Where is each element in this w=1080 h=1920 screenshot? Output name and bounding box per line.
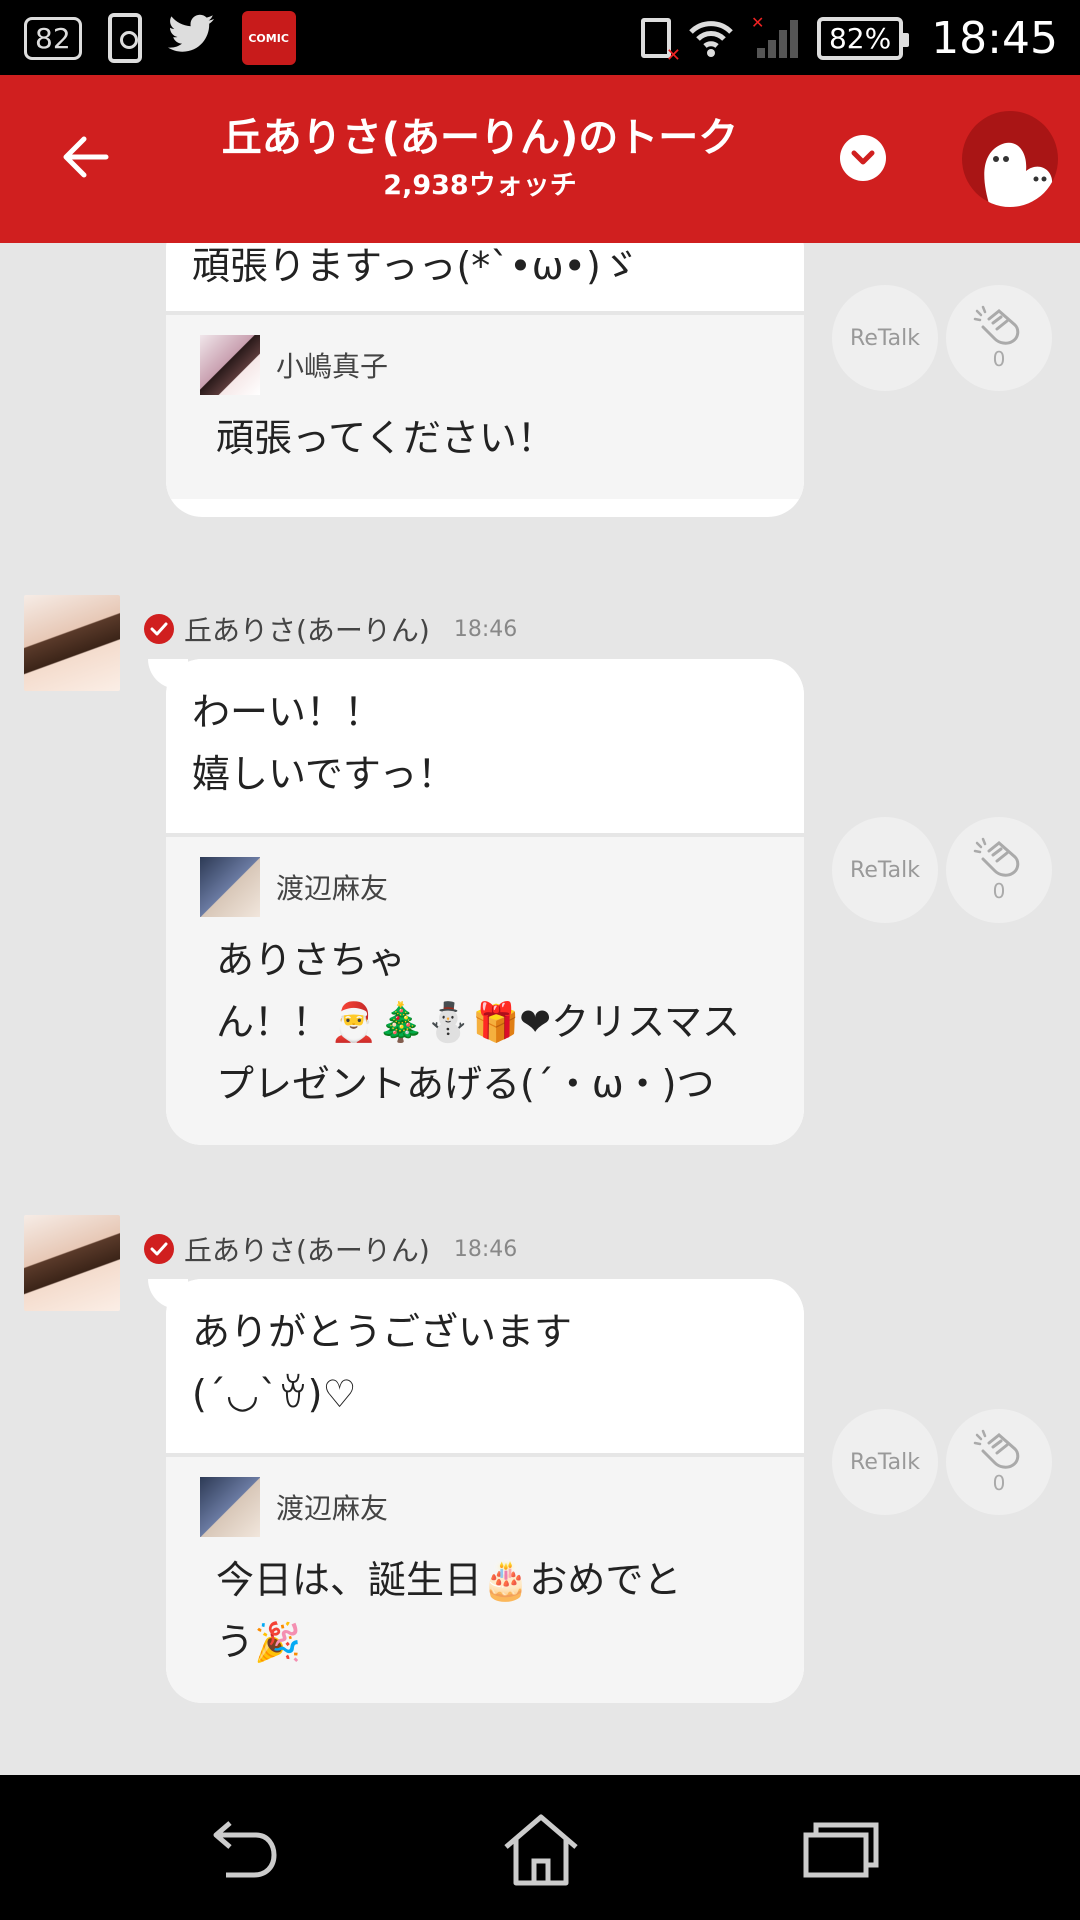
message-time: 18:46	[453, 1236, 518, 1262]
chevron-down-icon	[851, 150, 875, 165]
clock: 18:45	[931, 12, 1058, 64]
nav-back-button[interactable]	[196, 1805, 286, 1895]
retalk-button[interactable]: ReTalk	[832, 1409, 938, 1515]
message-bubble[interactable]: 頑張りますっっ(*`•ω•)ゞ 小嶋真子 頑張ってください！	[166, 243, 804, 517]
nav-back-icon	[213, 1821, 277, 1878]
sender-name: 丘ありさ(あーりん)	[184, 1234, 430, 1267]
notification-icons: 82 COMIC	[24, 8, 296, 68]
message-text: ありがとうございます (´◡`ꈊ)♡	[166, 1279, 804, 1457]
sender-row: 丘ありさ(あーりん) 18:46	[144, 609, 517, 649]
avatar[interactable]	[24, 595, 120, 691]
message-text: 頑張りますっっ(*`•ω•)ゞ	[166, 243, 804, 315]
reply-box: 小嶋真子 頑張ってください！	[166, 315, 804, 499]
reply-text: ありさちゃ ん！！🎅🎄⛄🎁❤クリスマス プレゼントあげる(´・ω・)つ	[216, 938, 740, 1106]
battery-icon: 82%	[816, 16, 910, 60]
system-icons: ✕ 82% 18:45	[640, 8, 1058, 68]
nav-home-button[interactable]	[496, 1805, 586, 1895]
reply-box: 渡辺麻友 ありさちゃ ん！！🎅🎄⛄🎁❤クリスマス プレゼントあげる(´・ω・)つ	[166, 837, 804, 1145]
retalk-button[interactable]: ReTalk	[832, 285, 938, 391]
mascot-icon	[984, 142, 1053, 207]
sync-phone-icon	[107, 13, 142, 63]
talk-header: 丘ありさ(あーりん)のトーク 2,938ウォッチ	[0, 75, 1080, 243]
notification-count-icon: 82	[24, 16, 82, 60]
clap-icon	[973, 1429, 1020, 1469]
sender-row: 丘ありさ(あーりん) 18:46	[144, 1229, 517, 1269]
back-arrow-icon[interactable]	[58, 131, 110, 183]
message-text: わーい！！ 嬉しいですっ！	[166, 659, 804, 837]
message-bubble[interactable]: わーい！！ 嬉しいですっ！ 渡辺麻友 ありさちゃ ん！！🎅🎄⛄🎁❤クリスマス プ…	[166, 659, 804, 1145]
avatar	[200, 857, 260, 917]
retalk-button[interactable]: ReTalk	[832, 817, 938, 923]
message-bubble[interactable]: ありがとうございます (´◡`ꈊ)♡ 渡辺麻友 今日は、誕生日🎂おめでと う🎉	[166, 1279, 804, 1703]
message-time: 18:46	[453, 616, 518, 642]
watch-count: 2,938ウォッチ	[383, 170, 577, 201]
reply-author: 小嶋真子	[276, 350, 389, 383]
status-bar: 82 COMIC ✕ 82% 18:45	[0, 0, 1080, 75]
nav-home-icon	[504, 1814, 578, 1886]
clap-button[interactable]: 0	[946, 285, 1052, 391]
nav-recents-button[interactable]	[796, 1805, 886, 1895]
wifi-icon	[689, 18, 733, 58]
talk-timeline[interactable]: 頑張りますっっ(*`•ω•)ゞ 小嶋真子 頑張ってください！ ReTalk 0	[0, 243, 1080, 1775]
sender-name: 丘ありさ(あーりん)	[184, 614, 430, 647]
verified-check-icon	[144, 614, 174, 644]
avatar	[200, 1477, 260, 1537]
avatar[interactable]	[24, 1215, 120, 1311]
svg-text:✕: ✕	[751, 16, 764, 32]
avatar	[200, 335, 260, 395]
signal-icon: ✕	[751, 13, 799, 60]
clap-icon	[973, 837, 1020, 877]
nav-recents-icon	[803, 1822, 879, 1878]
reply-box: 渡辺麻友 今日は、誕生日🎂おめでと う🎉	[166, 1457, 804, 1703]
reply-author: 渡辺麻友	[276, 1492, 389, 1525]
clap-button[interactable]: 0	[946, 1409, 1052, 1515]
sd-card-icon	[640, 18, 681, 66]
reply-head: 渡辺麻友	[200, 1477, 778, 1537]
reply-text: 今日は、誕生日🎂おめでと う🎉	[216, 1558, 682, 1664]
reply-author: 渡辺麻友	[276, 872, 389, 905]
reply-head: 渡辺麻友	[200, 857, 778, 917]
verified-check-icon	[144, 1234, 174, 1264]
clap-button[interactable]: 0	[946, 817, 1052, 923]
mascot-button[interactable]	[962, 111, 1058, 207]
dropdown-button[interactable]	[840, 135, 886, 181]
reply-text: 頑張ってください！	[216, 416, 555, 460]
comico-app-icon: COMIC	[241, 11, 296, 65]
twitter-icon	[167, 14, 216, 62]
navigation-bar	[0, 1775, 1080, 1920]
page-title: 丘ありさ(あーりん)のトーク	[221, 115, 739, 161]
reply-head: 小嶋真子	[200, 335, 778, 395]
clap-icon	[973, 305, 1020, 345]
